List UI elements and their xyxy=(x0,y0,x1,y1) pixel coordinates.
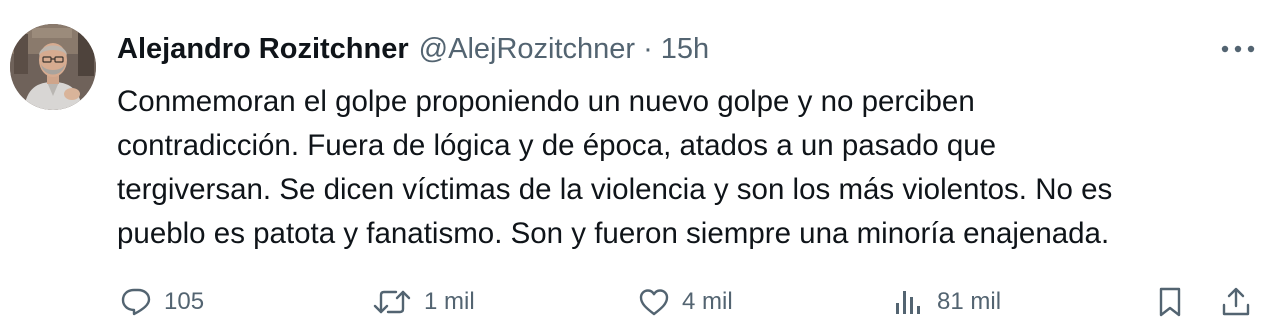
retweet-count: 1 mil xyxy=(424,288,475,315)
tweet-header: Alejandro Rozitchner @AlejRozitchner · 1… xyxy=(117,26,709,72)
tweet: Alejandro Rozitchner @AlejRozitchner · 1… xyxy=(0,0,1280,331)
like-button[interactable]: 4 mil xyxy=(638,280,733,324)
avatar[interactable] xyxy=(10,24,96,110)
avatar-image xyxy=(10,24,96,110)
comment-icon xyxy=(121,288,151,316)
tweet-text-line: tergiversan. Se dicen víctimas de la vio… xyxy=(117,173,1113,206)
user-handle[interactable]: @AlejRozitchner xyxy=(419,33,635,66)
retweet-icon xyxy=(373,290,411,314)
heart-icon xyxy=(639,289,669,316)
views-button[interactable]: 81 mil xyxy=(893,280,1001,324)
share-button[interactable] xyxy=(1220,280,1252,324)
tweet-text: Conmemoran el golpe proponiendo un nuevo… xyxy=(117,80,1247,256)
views-count: 81 mil xyxy=(937,288,1002,315)
bookmark-button[interactable] xyxy=(1155,280,1185,324)
reply-count: 105 xyxy=(164,288,205,315)
share-icon xyxy=(1222,287,1250,316)
action-bar: 105 1 mil 4 mil 81 mil xyxy=(0,280,1280,324)
more-options-button[interactable] xyxy=(1218,34,1258,64)
separator-dot: · xyxy=(643,32,653,65)
bookmark-icon xyxy=(1159,287,1181,317)
display-name[interactable]: Alejandro Rozitchner xyxy=(117,33,409,66)
tweet-text-line: Conmemoran el golpe proponiendo un nuevo… xyxy=(117,85,975,118)
tweet-text-line: pueblo es patota y fanatismo. Son y fuer… xyxy=(117,217,1110,250)
analytics-icon xyxy=(896,291,920,314)
retweet-button[interactable]: 1 mil xyxy=(372,280,475,324)
like-count: 4 mil xyxy=(682,288,733,315)
reply-button[interactable]: 105 xyxy=(120,280,204,324)
more-dots-icon xyxy=(1221,45,1255,53)
timestamp[interactable]: 15h xyxy=(661,33,709,66)
tweet-text-line: contradicción. Fuera de lógica y de époc… xyxy=(117,129,997,162)
